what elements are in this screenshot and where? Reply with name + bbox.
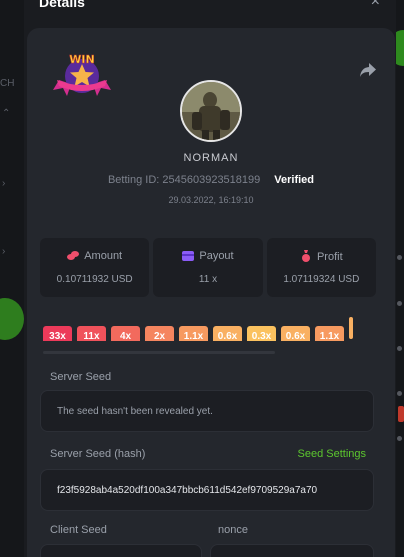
bet-timestamp: 29.03.2022, 16:19:10 [168,195,254,205]
nonce-label: nonce [218,524,248,536]
stats-row: Amount 0.10711932 USD Payout 11 x Profit… [40,238,376,297]
chevron-icon: ⌃ [2,108,11,119]
payout-label: Payout [199,250,234,262]
avatar-image [182,82,240,140]
avatar [180,80,242,142]
chevron-right-icon: › [2,246,6,257]
money-bag-icon [301,250,310,262]
server-seed-hash-label: Server Seed (hash) [50,448,146,460]
multiplier-chip: 11x [77,326,106,341]
multiplier-chip: 0.3x [247,326,276,341]
amount-stat: Amount 0.10711932 USD [40,238,150,297]
multiplier-chip-partial [349,317,353,339]
betting-id-row: Betting ID: 2545603923518199 Verified [27,174,395,186]
profit-label: Profit [316,251,343,263]
multiplier-chip: 0.6x [281,326,310,341]
betting-id: Betting ID: 2545603923518199 [107,174,261,186]
seed-settings-link[interactable]: Seed Settings [298,448,367,460]
coins-icon [67,251,80,260]
verified-badge: Verified [274,174,315,186]
background-dot [397,436,402,441]
server-seed-hash-field[interactable]: f23f5928ab4a520df100a347bbcb611d542ef970… [40,469,374,511]
multiplier-scrollbar[interactable] [43,351,275,354]
chevron-right-icon: › [2,178,6,189]
profit-value: 1.07119324 USD [283,274,360,285]
multiplier-strip: 33x 11x 4x 2x 1.1x 0.6x 0.3x 0.6x 1.1x [43,317,379,341]
multiplier-chip: 1.1x [179,326,208,341]
background-label: CH [0,78,15,89]
background-dot [397,255,402,260]
close-icon[interactable]: × [371,0,380,11]
modal-title: Details [39,0,85,10]
background-red-marker [398,406,404,422]
background-dot [397,391,402,396]
multiplier-chip: 33x [43,326,72,341]
details-modal: Details × WIN NORMAN Betting ID: 2545603… [24,0,396,557]
multiplier-chip: 4x [111,326,140,341]
server-seed-field: The seed hasn't been revealed yet. [40,390,374,432]
payout-value: 11 x [198,274,218,285]
username: NORMAN [183,152,239,164]
client-seed-label: Client Seed [50,524,107,536]
amount-label: Amount [84,250,123,262]
share-icon[interactable] [359,62,377,78]
background-dot [397,301,402,306]
client-seed-field[interactable] [40,544,202,557]
server-seed-label: Server Seed [50,371,112,383]
background-dot [397,346,402,351]
multiplier-chip: 2x [145,326,174,341]
wallet-icon [182,251,195,261]
payout-stat: Payout 11 x [153,238,263,297]
bet-details-card: WIN NORMAN Betting ID: 2545603923518199 V… [27,28,395,557]
nonce-field[interactable] [210,544,374,557]
win-badge-text: WIN [69,53,94,66]
multiplier-chip: 1.1x [315,326,344,341]
multiplier-chip: 0.6x [213,326,242,341]
amount-value: 0.10711932 USD [56,274,133,285]
profit-stat: Profit 1.07119324 USD [266,238,376,297]
win-badge-icon: WIN [53,53,111,96]
